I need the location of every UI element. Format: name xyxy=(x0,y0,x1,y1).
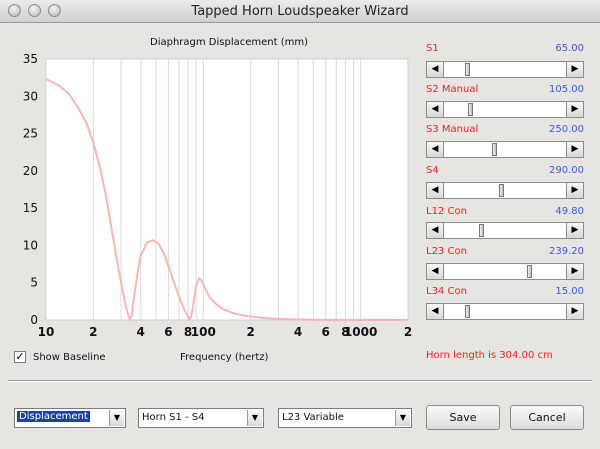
variable-select[interactable]: L23 Variable ▼ xyxy=(278,408,412,428)
slider-l23-right-arrow[interactable]: ▶ xyxy=(566,264,583,279)
slider-s3[interactable]: ◀ ▶ xyxy=(426,141,584,158)
wizard-window: Tapped Horn Loudspeaker Wizard Diaphragm… xyxy=(0,0,600,449)
slider-s2-right-arrow[interactable]: ▶ xyxy=(566,102,583,117)
chart-x-label: Frequency (hertz) xyxy=(180,352,269,363)
slider-s2-left-arrow[interactable]: ◀ xyxy=(427,102,444,117)
slider-l12-left-arrow[interactable]: ◀ xyxy=(427,223,444,238)
cancel-button[interactable]: Cancel xyxy=(510,405,584,430)
param-value-s2: 105.00 xyxy=(549,84,584,95)
slider-l34-right-arrow[interactable]: ▶ xyxy=(566,304,583,319)
param-value-l23: 239.20 xyxy=(549,246,584,257)
param-value-l12: 49.80 xyxy=(555,206,584,217)
plot-type-value: Displacement xyxy=(17,411,90,422)
slider-s1-right-arrow[interactable]: ▶ xyxy=(566,62,583,77)
y-tick-label: 15 xyxy=(23,201,38,215)
slider-s3-left-arrow[interactable]: ◀ xyxy=(427,142,444,157)
show-baseline-toggle[interactable]: ✓ Show Baseline xyxy=(14,350,106,364)
param-label-l12: L12 Con xyxy=(426,206,467,217)
x-tick-label: 100 xyxy=(191,325,216,339)
show-baseline-label: Show Baseline xyxy=(33,351,106,363)
x-tick-label: 2 xyxy=(246,325,254,339)
slider-s1[interactable]: ◀ ▶ xyxy=(426,61,584,78)
slider-s2-thumb[interactable] xyxy=(467,103,473,116)
chevron-down-icon[interactable]: ▼ xyxy=(395,410,410,426)
y-tick-label: 25 xyxy=(23,127,38,141)
x-tick-label: 4 xyxy=(137,325,145,339)
y-tick-label: 10 xyxy=(23,238,38,252)
slider-l23-left-arrow[interactable]: ◀ xyxy=(427,264,444,279)
x-tick-label: 2 xyxy=(404,325,412,339)
divider xyxy=(8,380,592,382)
x-tick-label: 10 xyxy=(38,325,55,339)
window-title: Tapped Horn Loudspeaker Wizard xyxy=(191,4,409,19)
chevron-down-icon[interactable]: ▼ xyxy=(109,410,124,426)
slider-s2[interactable]: ◀ ▶ xyxy=(426,101,584,118)
y-tick-label: 35 xyxy=(23,52,38,66)
slider-l34-thumb[interactable] xyxy=(465,305,471,318)
slider-s1-thumb[interactable] xyxy=(465,63,471,76)
variable-value: L23 Variable xyxy=(282,412,344,423)
slider-s3-right-arrow[interactable]: ▶ xyxy=(566,142,583,157)
x-tick-label: 2 xyxy=(89,325,97,339)
slider-l23[interactable]: ◀ ▶ xyxy=(426,263,584,280)
slider-s4-left-arrow[interactable]: ◀ xyxy=(427,183,444,198)
y-tick-label: 30 xyxy=(23,89,38,103)
chevron-down-icon[interactable]: ▼ xyxy=(247,410,262,426)
horn-length-readout: Horn length is 304.00 cm xyxy=(426,350,553,361)
slider-s1-left-arrow[interactable]: ◀ xyxy=(427,62,444,77)
title-bar: Tapped Horn Loudspeaker Wizard xyxy=(0,0,600,23)
x-tick-label: 6 xyxy=(322,325,330,339)
param-label-l23: L23 Con xyxy=(426,246,467,257)
x-tick-label: 6 xyxy=(164,325,172,339)
param-label-s2: S2 Manual xyxy=(426,84,479,95)
displacement-chart: 0510152025303510 2 4 6 8100 2 4 6 81000 2 xyxy=(23,52,412,339)
x-tick-label: 1000 xyxy=(344,325,377,339)
slider-l12[interactable]: ◀ ▶ xyxy=(426,222,584,239)
chart-title: Diaphragm Displacement (mm) xyxy=(150,37,309,48)
x-tick-label: 4 xyxy=(294,325,302,339)
slider-l12-right-arrow[interactable]: ▶ xyxy=(566,223,583,238)
show-baseline-checkbox[interactable]: ✓ xyxy=(14,351,26,363)
save-button[interactable]: Save xyxy=(426,405,500,430)
horn-type-value: Horn S1 - S4 xyxy=(142,412,205,423)
param-value-l34: 15.00 xyxy=(555,286,584,297)
plot-type-select[interactable]: Displacement ▼ xyxy=(14,408,126,428)
slider-l34[interactable]: ◀ ▶ xyxy=(426,303,584,320)
slider-l23-thumb[interactable] xyxy=(527,265,533,278)
param-label-l34: L34 Con xyxy=(426,286,467,297)
slider-s3-thumb[interactable] xyxy=(491,143,497,156)
slider-l12-thumb[interactable] xyxy=(478,224,484,237)
slider-s4-thumb[interactable] xyxy=(498,184,504,197)
horn-type-select[interactable]: Horn S1 - S4 ▼ xyxy=(138,408,264,428)
param-label-s1: S1 xyxy=(426,43,439,54)
y-tick-label: 20 xyxy=(23,164,38,178)
slider-s4-right-arrow[interactable]: ▶ xyxy=(566,183,583,198)
param-value-s1: 65.00 xyxy=(555,43,584,54)
slider-l34-left-arrow[interactable]: ◀ xyxy=(427,304,444,319)
param-value-s3: 250.00 xyxy=(549,124,584,135)
param-value-s4: 290.00 xyxy=(549,165,584,176)
param-label-s3: S3 Manual xyxy=(426,124,479,135)
y-tick-label: 5 xyxy=(30,276,38,290)
param-label-s4: S4 xyxy=(426,165,439,176)
slider-s4[interactable]: ◀ ▶ xyxy=(426,182,584,199)
